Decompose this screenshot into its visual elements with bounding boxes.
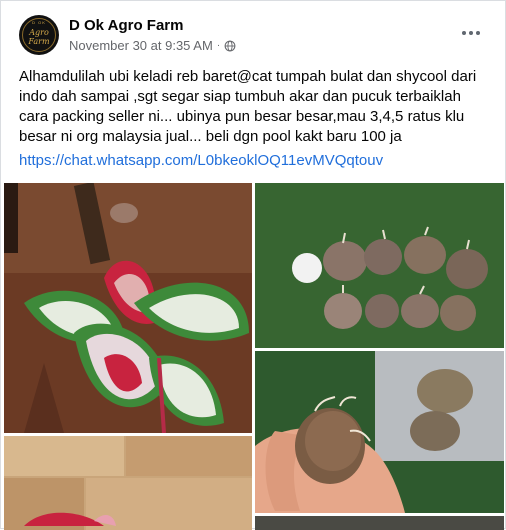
photo-gallery: [4, 183, 504, 530]
whatsapp-link[interactable]: https://chat.whatsapp.com/L0bkeoklOQ11ev…: [19, 152, 383, 169]
photo-extra[interactable]: [255, 516, 504, 530]
photo-tuber-in-hand[interactable]: [255, 351, 504, 513]
avatar[interactable]: D OK Agro Farm: [19, 15, 59, 55]
photo-caladium-plant[interactable]: [4, 183, 252, 433]
photo-caladium-tiles[interactable]: [4, 436, 252, 530]
post-body-text: Alhamdulilah ubi keladi reb baret@cat tu…: [19, 68, 477, 145]
avatar-logo-text: Agro Farm: [28, 28, 50, 46]
post-card: D OK Agro Farm D Ok Agro Farm November 3…: [0, 0, 506, 530]
photo-tubers-on-grass[interactable]: [255, 183, 504, 348]
post-header: D OK Agro Farm D Ok Agro Farm November 3…: [19, 15, 489, 57]
globe-icon[interactable]: [224, 40, 236, 52]
meta-separator: ·: [216, 40, 221, 51]
post-meta: November 30 at 9:35 AM ·: [69, 38, 236, 53]
post-timestamp[interactable]: November 30 at 9:35 AM: [69, 38, 213, 53]
page-name-link[interactable]: D Ok Agro Farm: [69, 17, 183, 34]
avatar-logo-top: D OK: [32, 20, 46, 25]
more-horizontal-icon[interactable]: [453, 19, 489, 47]
